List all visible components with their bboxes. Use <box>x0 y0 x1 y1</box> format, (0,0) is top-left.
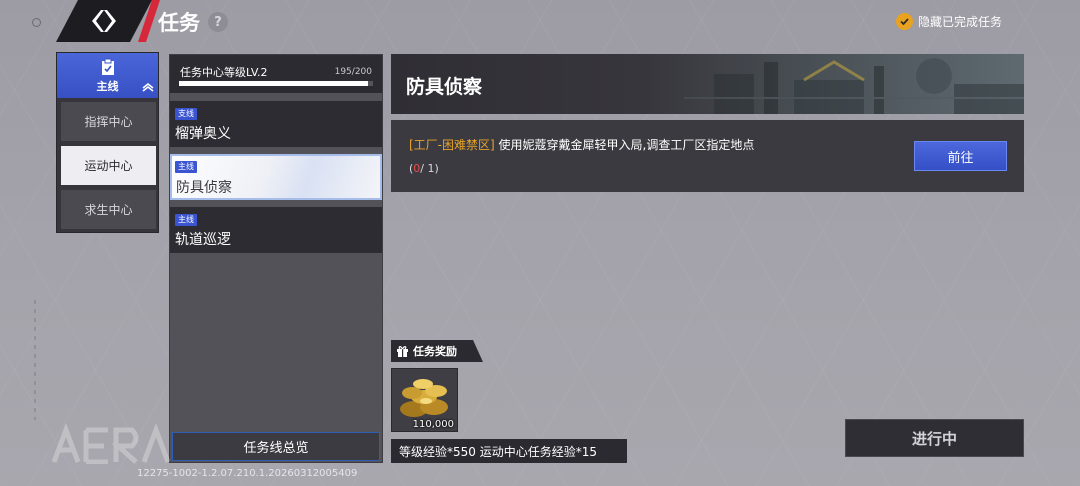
quest-type-badge: 主线 <box>175 214 197 226</box>
back-arrow-icon <box>89 8 119 34</box>
quest-objective-panel: [工厂-困难禁区] 使用妮蔻穿戴金犀轻甲入局,调查工厂区指定地点 (0/ 1) … <box>391 120 1024 192</box>
gift-icon <box>397 345 408 357</box>
tab-main-quest[interactable]: 主线 <box>57 53 158 98</box>
side-decoration <box>34 300 36 420</box>
quest-status-button[interactable]: 进行中 <box>845 419 1024 457</box>
tab-main-label: 主线 <box>96 79 119 93</box>
goto-button[interactable]: 前往 <box>914 141 1007 171</box>
factory-background-image <box>684 58 1024 114</box>
edge-dot-icon <box>32 18 41 27</box>
objective-description: 使用妮蔻穿戴金犀轻甲入局,调查工厂区指定地点 <box>498 138 755 152</box>
chevron-up-icon <box>142 82 154 95</box>
quest-detail-header: 防具侦察 <box>391 54 1024 114</box>
help-icon[interactable]: ? <box>208 12 228 32</box>
reward-title: 任务奖励 <box>413 345 457 358</box>
quest-name: 榴弹奥义 <box>175 126 231 142</box>
hide-completed-label: 隐藏已完成任务 <box>918 15 1003 29</box>
back-button[interactable] <box>56 0 152 42</box>
objective-location: [工厂-困难禁区] <box>409 138 495 152</box>
quest-type-badge: 支线 <box>175 108 197 120</box>
quest-name: 防具侦察 <box>176 180 232 196</box>
level-label: 任务中心等级LV.2 <box>180 66 268 79</box>
category-tabs: 主线 指挥中心 运动中心 求生中心 <box>56 52 159 233</box>
questline-overview-button[interactable]: 任务线总览 <box>172 432 380 461</box>
reward-section-header: 任务奖励 <box>391 340 483 362</box>
tab-survival-center[interactable]: 求生中心 <box>61 190 156 229</box>
objective-progress: (0/ 1) <box>409 162 439 175</box>
checkmark-icon <box>896 13 913 30</box>
page-title: 任务 <box>158 11 200 35</box>
quest-item-selected[interactable]: 主线 防具侦察 <box>170 154 382 200</box>
game-logo-watermark <box>52 424 170 464</box>
quest-list-panel: 任务中心等级LV.2 195/200 支线 榴弹奥义 主线 防具侦察 主线 轨道… <box>169 54 383 463</box>
clipboard-icon <box>101 58 114 75</box>
reward-quantity: 110,000 <box>412 419 454 430</box>
tab-command-center[interactable]: 指挥中心 <box>61 102 156 141</box>
version-text: 12275-1002-1.2.07.210.1.20260312005409 <box>137 468 358 479</box>
tab-sports-center[interactable]: 运动中心 <box>61 146 156 185</box>
objective-text-line: [工厂-困难禁区] 使用妮蔻穿戴金犀轻甲入局,调查工厂区指定地点 <box>409 136 754 153</box>
objective-count-rest: / 1) <box>420 162 439 175</box>
level-progress-text: 195/200 <box>334 67 372 77</box>
top-bar: 任务 ? 隐藏已完成任务 <box>0 0 1080 44</box>
quest-name: 轨道巡逻 <box>175 232 231 248</box>
task-center-level: 任务中心等级LV.2 195/200 <box>170 55 382 93</box>
quest-item[interactable]: 支线 榴弹奥义 <box>170 101 382 147</box>
quest-type-badge: 主线 <box>175 161 197 173</box>
level-progress-fill <box>179 81 369 86</box>
quest-detail-title: 防具侦察 <box>406 76 483 98</box>
quest-item[interactable]: 主线 轨道巡逻 <box>170 207 382 253</box>
gold-coins-icon <box>400 379 448 417</box>
level-progress-bar <box>179 81 373 86</box>
reward-experience-text: 等级经验*550 运动中心任务经验*15 <box>391 439 627 463</box>
hide-completed-toggle[interactable]: 隐藏已完成任务 <box>896 13 1002 30</box>
reward-item-gold[interactable]: 110,000 <box>391 368 458 432</box>
